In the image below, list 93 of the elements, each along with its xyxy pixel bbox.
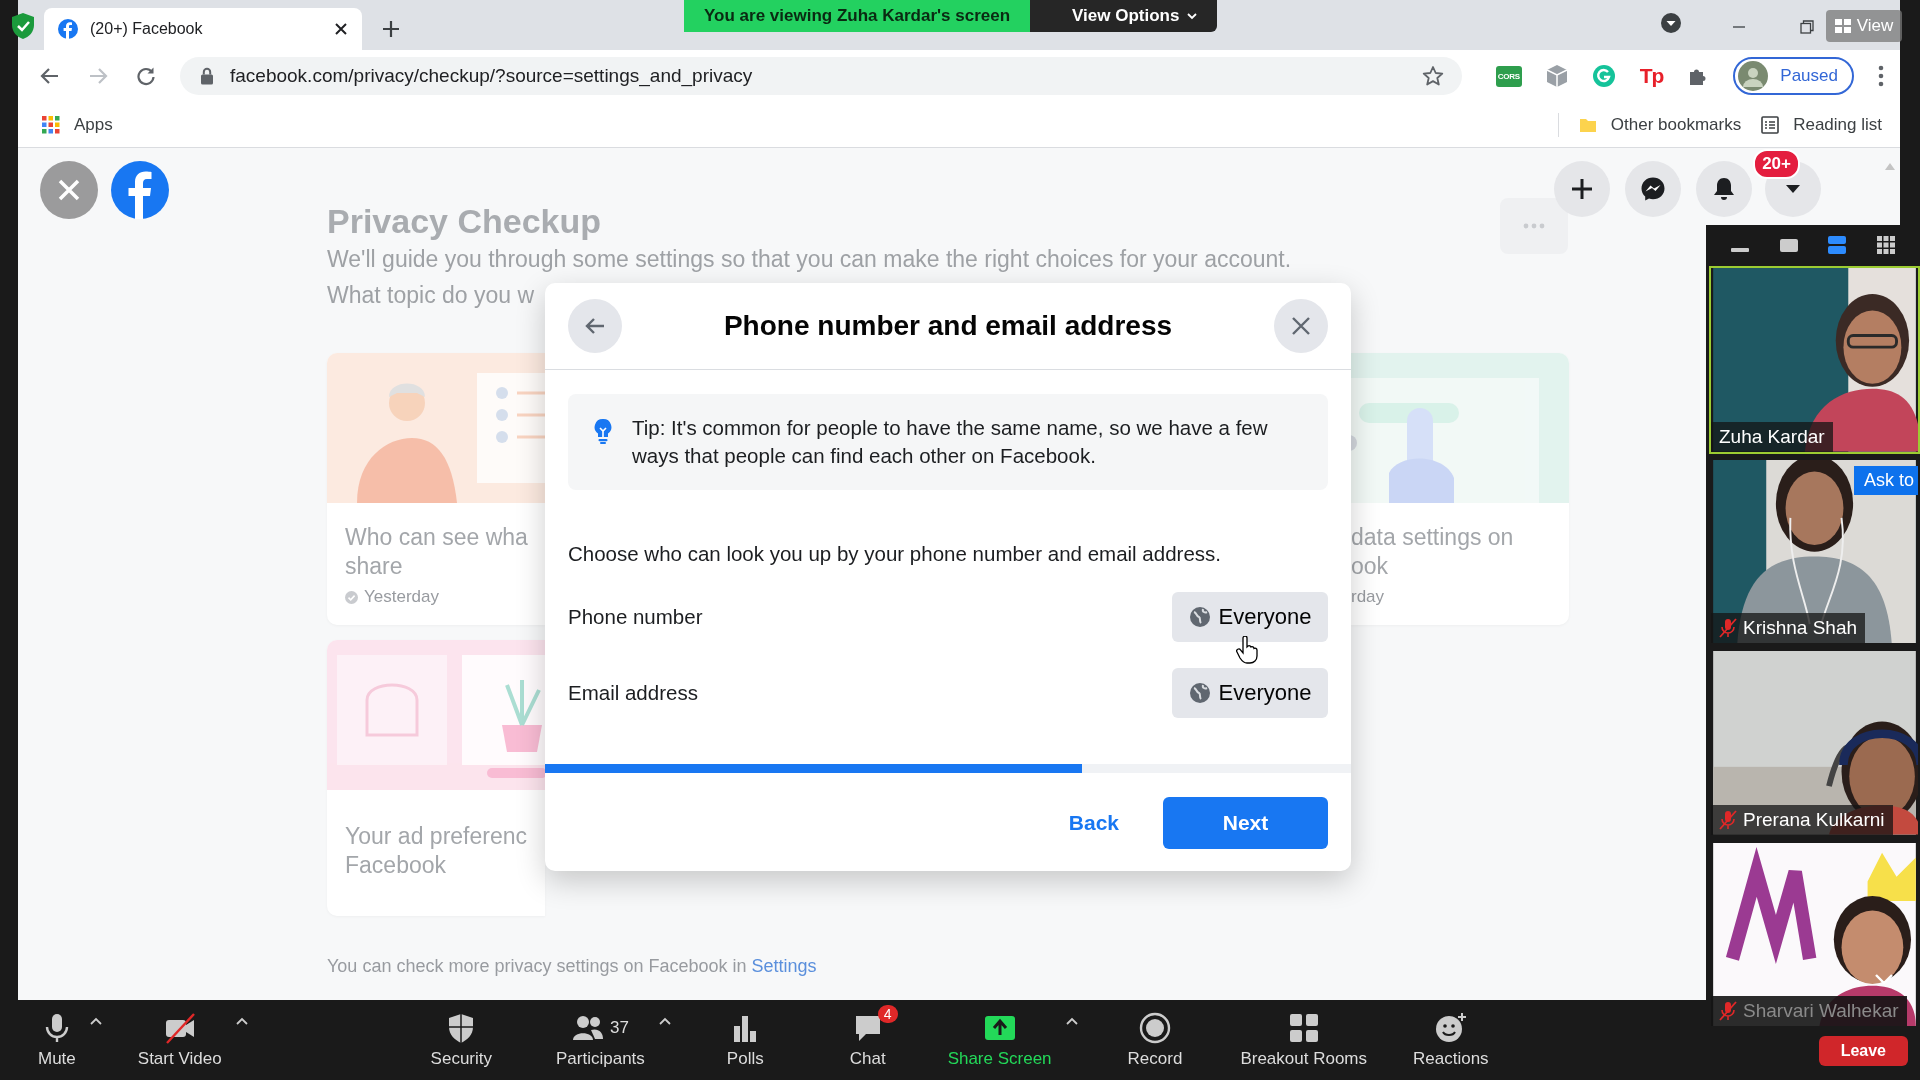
toolbar-button[interactable]: Polls — [718, 1007, 772, 1073]
bell-button[interactable] — [1696, 161, 1752, 217]
chevron-icon — [1187, 12, 1198, 20]
lightbulb-icon — [594, 418, 612, 444]
hand-cursor-icon — [1236, 636, 1258, 664]
close-icon[interactable] — [334, 22, 348, 36]
plus-icon[interactable] — [382, 20, 400, 38]
messenger-button[interactable] — [1625, 161, 1681, 217]
unread-badge: 4 — [877, 1005, 898, 1023]
prompt-text: Choose who can look you up by your phone number and email address. — [568, 542, 1222, 566]
messenger-icon — [1640, 176, 1666, 202]
participant-name: Prerana Kulkarni — [1743, 808, 1885, 831]
footer-text: You can check more privacy settings on Facebook in — [327, 956, 748, 976]
caret-icon[interactable] — [89, 1017, 102, 1025]
globe-icon — [1188, 682, 1211, 704]
bookmark-item[interactable]: Apps — [42, 114, 113, 135]
reading-list-icon — [1761, 115, 1780, 134]
card-title: share — [345, 552, 403, 581]
menu-icon[interactable] — [1878, 65, 1884, 87]
more-icon — [1523, 223, 1545, 229]
notification-badge: 20+ — [1753, 149, 1800, 179]
cube-icon[interactable] — [1545, 64, 1568, 88]
participant-name: Krishna Shah — [1743, 617, 1858, 640]
profile-button[interactable]: Paused — [1733, 57, 1854, 95]
card-title: Who can see wha — [345, 523, 528, 552]
toolbar-button[interactable]: Share Screen — [939, 1007, 1060, 1073]
plus-icon — [1569, 176, 1595, 202]
grid-icon — [1287, 1012, 1320, 1044]
page-subtitle: We'll guide you through some settings so that you can make the right choices for your account. — [327, 245, 1293, 274]
next-button[interactable]: Next — [1163, 797, 1328, 849]
card-date: rday — [1351, 587, 1385, 607]
setting-label: Email address — [568, 681, 698, 705]
plus-button[interactable] — [1554, 161, 1610, 217]
dialog-title: Phone number and email address — [722, 310, 1174, 342]
close-button[interactable] — [1274, 299, 1328, 353]
view-options-button[interactable]: View Options — [1030, 0, 1218, 32]
card-date: Yesterday — [364, 587, 439, 607]
leave-button[interactable]: Leave — [1818, 1036, 1908, 1066]
screen-share-banner: You are viewing Zuha Kardar's screen — [684, 0, 1031, 32]
grid-icon — [1834, 19, 1851, 33]
toolbar-button[interactable]: Mute — [30, 1007, 84, 1073]
back-link[interactable]: Back — [1054, 811, 1133, 835]
tip-text: Tip: It's common for people to have the same name, so we have a few ways that people can find each other on Facebook. — [632, 415, 1269, 469]
strip-view-icon[interactable] — [1826, 233, 1849, 256]
bookmark-item[interactable]: Other bookmarks — [1578, 114, 1742, 135]
page-title: Privacy Checkup — [327, 201, 603, 241]
reload-icon[interactable] — [136, 66, 156, 86]
card-title: ook — [1351, 552, 1389, 581]
toolbar-button[interactable]: Breakout Rooms — [1232, 1007, 1375, 1073]
toolbar-button[interactable]: Start Video — [129, 1007, 230, 1073]
back-icon[interactable] — [40, 66, 60, 86]
browser-tab[interactable]: (20+) Facebook — [44, 8, 362, 50]
address-field[interactable]: facebook.com/privacy/checkup/?source=settings_and_privacy — [180, 57, 1462, 95]
avatar-icon — [1738, 61, 1769, 91]
lock-icon — [200, 67, 214, 85]
url-text: facebook.com/privacy/checkup/?source=settings_and_privacy — [230, 65, 753, 87]
setting-label: Phone number — [568, 605, 703, 629]
toolbar-button[interactable]: Security — [422, 1007, 500, 1073]
participant-name: Zuha Kardar — [1719, 425, 1825, 448]
card-title: data settings on — [1351, 523, 1514, 552]
audience-button[interactable]: Everyone — [1172, 668, 1328, 718]
video-off-icon — [163, 1012, 196, 1044]
gallery-view-icon[interactable] — [1874, 233, 1897, 256]
participant-count: 37 — [609, 1018, 629, 1038]
smiley-icon — [1434, 1012, 1467, 1044]
tab-title: (20+) Facebook — [90, 20, 204, 38]
participant-name: Sharvari Walhekar — [1743, 1000, 1899, 1022]
record-icon — [1139, 1012, 1171, 1044]
apps-icon — [42, 115, 60, 134]
chevron-down-icon[interactable] — [1874, 973, 1894, 985]
facebook-logo-icon[interactable] — [111, 161, 169, 219]
facebook-icon — [58, 19, 78, 39]
bell-icon — [1711, 176, 1737, 202]
star-icon[interactable] — [1421, 65, 1444, 87]
page-subtitle: What topic do you w — [327, 281, 536, 310]
toolbar-button[interactable]: 37 Participants — [548, 1007, 653, 1073]
card-title: Facebook — [345, 851, 446, 880]
ask-button[interactable]: Ask to — [1853, 465, 1918, 495]
dropdown-icon[interactable] — [1660, 12, 1682, 34]
close-icon — [1290, 315, 1312, 337]
toolbar-button[interactable]: Record — [1119, 1007, 1191, 1073]
caret-icon[interactable] — [1065, 1017, 1078, 1025]
caret-icon[interactable] — [658, 1017, 671, 1025]
globe-icon — [1188, 606, 1211, 628]
caret-icon[interactable] — [235, 1017, 248, 1025]
back-button[interactable] — [568, 299, 622, 353]
audience-button[interactable]: Everyone — [1172, 592, 1328, 642]
restore-icon[interactable] — [1800, 20, 1814, 34]
shield-icon[interactable] — [10, 12, 36, 40]
toolbar-button[interactable]: Reactions — [1405, 1007, 1497, 1073]
extension-icon[interactable]: Tp — [1639, 64, 1664, 88]
bookmark-item[interactable]: Reading list — [1761, 114, 1882, 135]
card-title: Your ad preferenc — [345, 822, 527, 851]
